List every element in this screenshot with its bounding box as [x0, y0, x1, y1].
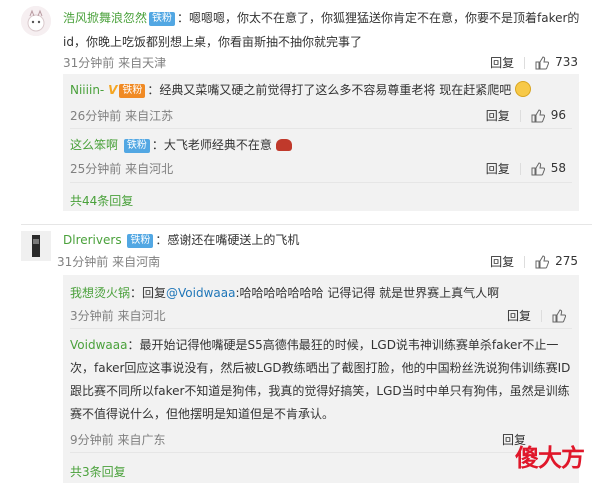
- smile-emoji-icon: [515, 81, 532, 97]
- thumbs-up-icon: [535, 56, 550, 70]
- like-button[interactable]: 96: [531, 108, 566, 123]
- reply-body: :哈哈哈哈哈哈哈 记得记得 就是世界赛上真气人啊: [235, 286, 500, 300]
- reply-actions: 回复 58: [486, 160, 566, 177]
- reply-button[interactable]: 回复: [490, 253, 514, 270]
- reply-prefix: ：回复: [130, 286, 167, 300]
- username[interactable]: 这么笨啊: [70, 138, 118, 152]
- reply-body-line: ：最开始记得他嘴硬是S5高德伟最狂的时候，LGD说韦神训练赛单杀faker不止一: [127, 338, 559, 352]
- fan-badge: 铁粉: [149, 12, 176, 26]
- reply-body: ：大飞老师经典不在意: [151, 138, 272, 152]
- reply-meta: 3分钟前 来自河北: [70, 309, 166, 323]
- vip-icon: V: [108, 83, 118, 97]
- like-count: 733: [555, 55, 578, 70]
- reply-button[interactable]: 回复: [507, 307, 531, 324]
- reply-item: Voidwaaa：最开始记得他嘴硬是S5高德伟最狂的时候，LGD说韦神训练赛单杀…: [70, 335, 580, 424]
- divider: [519, 109, 521, 122]
- more-replies-link[interactable]: 共44条回复: [70, 192, 133, 209]
- reply-actions: 回复 96: [486, 107, 566, 124]
- divider: [70, 128, 572, 129]
- reply-item: Niiiin- V 铁粉 ：经典又菜嘴又硬之前觉得打了这么多不容易尊重老将 现在赶紧…: [70, 80, 532, 100]
- like-button[interactable]: 275: [535, 254, 578, 269]
- avatar[interactable]: [21, 6, 51, 36]
- thumbs-up-icon: [531, 162, 545, 176]
- reply-actions: 回复: [507, 307, 566, 324]
- username[interactable]: 浩风掀舞浪忽然: [63, 11, 147, 25]
- thumbs-up-icon: [531, 109, 545, 123]
- avatar[interactable]: [21, 231, 51, 261]
- reply-meta: 25分钟前 来自河北: [70, 162, 174, 176]
- divider: [519, 162, 521, 175]
- username[interactable]: Voidwaaa: [70, 338, 127, 352]
- username[interactable]: Dlrerivers: [63, 233, 122, 247]
- reply-item: 我想烫火锅：回复@Voidwaaa:哈哈哈哈哈哈哈 记得记得 就是世界赛上真气人…: [70, 283, 499, 303]
- fan-badge: 铁粉: [127, 234, 154, 248]
- divider: [541, 309, 542, 322]
- portrait-avatar-icon: [21, 231, 51, 261]
- comment-actions: 回复 733: [490, 54, 578, 71]
- like-button[interactable]: 733: [535, 55, 578, 70]
- reply-body-line: 跟比赛不同所以faker不知道是狗伟，我真的觉得好搞笑，LGD当时中单只有狗伟，…: [70, 384, 570, 398]
- divider: [524, 56, 526, 69]
- hotpot-emoji-icon: [275, 139, 292, 151]
- reply-body: ：经典又菜嘴又硬之前觉得打了这么多不容易尊重老将 现在赶紧爬吧: [147, 83, 512, 97]
- cartoon-avatar-icon: [21, 6, 51, 36]
- fan-badge: 铁粉: [119, 84, 146, 98]
- like-count: 275: [555, 254, 578, 269]
- reply-meta: 9分钟前 来自广东: [70, 433, 166, 447]
- reply-button[interactable]: 回复: [490, 54, 514, 71]
- reply-button[interactable]: 回复: [486, 107, 510, 124]
- watermark-logo: 傻大方: [515, 443, 585, 472]
- like-button[interactable]: [552, 308, 566, 323]
- comment-actions: 回复 275: [490, 253, 578, 270]
- more-replies-link[interactable]: 共3条回复: [70, 463, 126, 480]
- like-button[interactable]: 58: [531, 161, 566, 176]
- fan-badge: 铁粉: [123, 139, 150, 153]
- comment-meta: 31分钟前 来自河南: [57, 255, 161, 269]
- username[interactable]: Niiiin-: [70, 83, 104, 97]
- comment-meta: 31分钟前 来自天津: [63, 56, 167, 70]
- reply-meta: 26分钟前 来自江苏: [70, 109, 174, 123]
- divider: [70, 452, 572, 453]
- comment-text: Dlrerivers 铁粉 ：感谢还在嘴硬送上的飞机: [63, 230, 299, 250]
- reply-item: 这么笨啊 铁粉 ：大飞老师经典不在意: [70, 135, 292, 155]
- mention-link[interactable]: @Voidwaaa: [166, 286, 235, 300]
- comment-body: ：感谢还在嘴硬送上的飞机: [155, 233, 300, 247]
- like-count: 58: [550, 161, 566, 176]
- username[interactable]: 我想烫火锅: [70, 286, 130, 300]
- divider: [524, 255, 526, 268]
- reply-body-line: 次，faker回应这事说没有，然后被LGD教练晒出了截图打脸，他的中国粉丝洗说狗…: [70, 361, 571, 375]
- reply-body-line: 赛不值得说什么，但他摆明是知道但是不肯承认。: [70, 407, 335, 421]
- divider: [70, 328, 572, 329]
- comment-text: 浩风掀舞浪忽然 铁粉 ：嗯嗯嗯，你太不在意了，你狐狸猛送你肯定不在意，你要不是顶着f…: [63, 6, 585, 54]
- reply-button[interactable]: 回复: [486, 160, 510, 177]
- thumbs-up-icon: [552, 309, 566, 323]
- like-count: 96: [550, 108, 566, 123]
- thumbs-up-icon: [535, 255, 550, 269]
- divider: [70, 182, 572, 183]
- comment-divider: [21, 224, 592, 225]
